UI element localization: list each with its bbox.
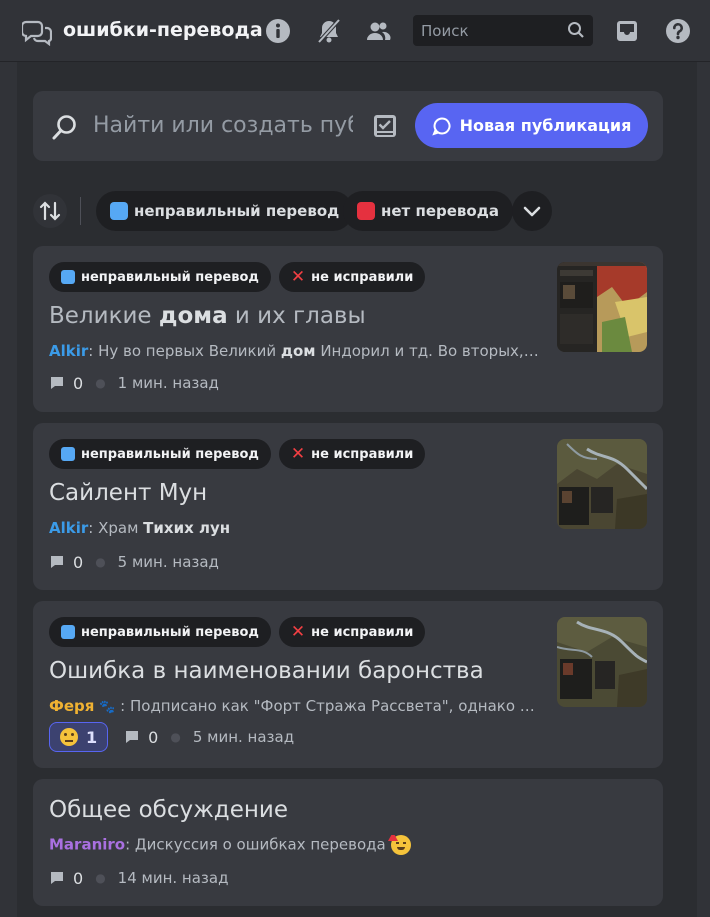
paw-icon: 🐾: [99, 700, 116, 715]
post-author[interactable]: Alkir: [49, 342, 88, 360]
filter-tag-no-translation[interactable]: нет перевода: [343, 191, 513, 231]
post-card[interactable]: неправильный перевод ✕ не исправили Ошиб…: [33, 601, 663, 768]
info-icon[interactable]: [265, 18, 291, 44]
chat-bubble-icon: [431, 116, 451, 136]
comment-count: 0: [73, 868, 84, 888]
search-icon: [52, 115, 76, 140]
post-meta: 0 ● 5 мин. назад: [49, 550, 219, 574]
post-tag-not-fixed: ✕ не исправили: [278, 617, 426, 647]
comment-count: 0: [73, 552, 84, 572]
post-meta: 0 ● 14 мин. назад: [49, 866, 228, 890]
filter-tag-label: неправильный перевод: [134, 202, 340, 220]
post-author[interactable]: Феря: [49, 697, 94, 715]
tag-red-square-icon: [357, 202, 375, 220]
cross-mark-icon: ✕: [290, 266, 306, 287]
new-post-label: Новая публикация: [459, 116, 632, 135]
post-time: 5 мин. назад: [192, 728, 295, 746]
tag-label: неправильный перевод: [81, 446, 259, 462]
post-tag-wrong-translation: неправильный перевод: [49, 439, 271, 469]
chevron-down-icon: [523, 206, 541, 217]
checklist-icon[interactable]: [371, 112, 399, 140]
tag-blue-square-icon: [110, 202, 128, 220]
post-time: 5 мин. назад: [117, 553, 219, 571]
tag-label: не исправили: [311, 269, 414, 285]
tag-blue-square-icon: [61, 270, 75, 284]
meta-separator: ●: [170, 730, 181, 744]
post-tags: неправильный перевод ✕ не исправили: [49, 262, 426, 292]
search-icon: [568, 22, 584, 38]
post-tag-wrong-translation: неправильный перевод: [49, 617, 271, 647]
post-title: Сайлент Мун: [49, 480, 208, 506]
sort-arrows-icon: [39, 201, 61, 221]
channel-title: ошибки-перевода: [63, 19, 263, 41]
sort-button[interactable]: [33, 194, 67, 228]
search-placeholder: Поиск: [421, 22, 469, 40]
forum-channel-icon: [22, 20, 52, 46]
post-meta: 1 0 ● 5 мин. назад: [49, 722, 295, 752]
comment-icon: [51, 377, 63, 389]
post-card[interactable]: неправильный перевод ✕ не исправили Вели…: [33, 246, 663, 412]
post-preview: Alkir: Храм Тихих лун: [49, 519, 231, 537]
meta-separator: ●: [95, 871, 106, 885]
search-or-create-input[interactable]: Найти или создать пуб: [93, 113, 353, 138]
post-tags: неправильный перевод ✕ не исправили: [49, 617, 426, 647]
post-card[interactable]: Общее обсуждение Maraniro: Дискуссия о о…: [33, 779, 663, 906]
tag-blue-square-icon: [61, 625, 75, 639]
search-or-create-bar: Найти или создать пуб Новая публикация: [33, 91, 663, 161]
post-preview: Maraniro: Дискуссия о ошибках перевода: [49, 835, 539, 855]
post-thumbnail[interactable]: [557, 262, 647, 352]
post-preview: Феря 🐾 : Подписано как "Форт Стража Расс…: [49, 697, 539, 715]
comment-icon: [51, 556, 63, 568]
tag-label: не исправили: [311, 446, 414, 462]
post-preview: Alkir: Ну во первых Великий дом Индорил …: [49, 342, 539, 360]
filter-bar: неправильный перевод нет перевода: [33, 191, 663, 231]
post-tag-wrong-translation: неправильный перевод: [49, 262, 271, 292]
post-thumbnail[interactable]: [557, 439, 647, 529]
post-tag-not-fixed: ✕ не исправили: [278, 262, 426, 292]
post-time: 1 мин. назад: [117, 374, 219, 392]
tag-blue-square-icon: [61, 447, 75, 461]
search-input[interactable]: Поиск: [413, 15, 593, 46]
post-author[interactable]: Maraniro: [49, 836, 125, 854]
post-title: Общее обсуждение: [49, 797, 288, 823]
cross-mark-icon: ✕: [290, 621, 306, 642]
post-card[interactable]: неправильный перевод ✕ не исправили Сайл…: [33, 423, 663, 590]
tag-label: не исправили: [311, 624, 414, 640]
reaction-button[interactable]: 1: [49, 722, 109, 752]
meta-separator: ●: [95, 555, 106, 569]
thinking-face-icon: [60, 728, 78, 746]
tag-label: неправильный перевод: [81, 624, 259, 640]
post-tags: неправильный перевод ✕ не исправили: [49, 439, 426, 469]
reaction-count: 1: [86, 727, 98, 747]
inbox-icon[interactable]: [614, 18, 640, 44]
member-list-icon[interactable]: [365, 18, 391, 44]
comment-icon: [51, 872, 63, 884]
filter-tag-label: нет перевода: [381, 202, 499, 220]
filter-tag-wrong-translation[interactable]: неправильный перевод: [96, 191, 354, 231]
meta-separator: ●: [95, 376, 106, 390]
comment-icon: [126, 731, 139, 743]
post-title: Ошибка в наименовании баронства: [49, 658, 484, 684]
notifications-muted-icon[interactable]: [316, 18, 342, 44]
post-meta: 0 ● 1 мин. назад: [49, 371, 219, 395]
comment-count: 0: [73, 373, 84, 393]
post-author[interactable]: Alkir: [49, 519, 88, 537]
help-icon[interactable]: [665, 18, 691, 44]
cross-mark-icon: ✕: [290, 443, 306, 464]
partying-face-icon: [387, 835, 411, 855]
comment-count: 0: [148, 727, 159, 747]
tag-label: неправильный перевод: [81, 269, 259, 285]
post-tag-not-fixed: ✕ не исправили: [278, 439, 426, 469]
post-time: 14 мин. назад: [117, 869, 229, 887]
filter-divider: [80, 197, 81, 225]
post-thumbnail[interactable]: [557, 617, 647, 707]
channel-header: ошибки-перевода Поиск: [0, 0, 710, 62]
new-post-button[interactable]: Новая публикация: [415, 103, 648, 148]
forum-panel: Найти или создать пуб Новая публикация н…: [17, 62, 697, 917]
post-title: Великие дома и их главы: [49, 303, 366, 329]
more-tags-button[interactable]: [512, 191, 552, 231]
